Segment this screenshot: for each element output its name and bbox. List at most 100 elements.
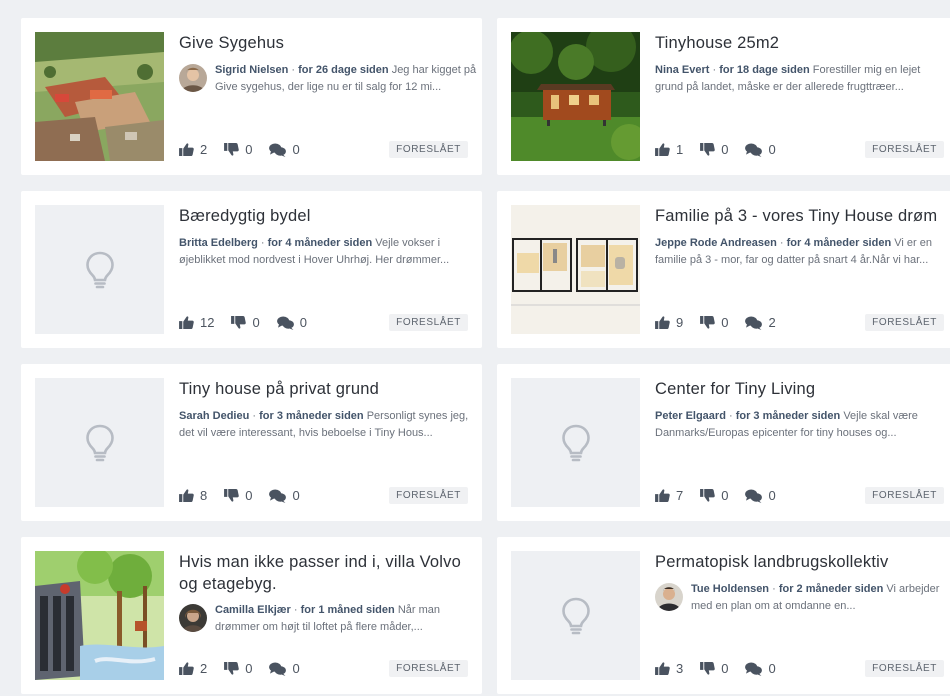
- idea-image: [35, 32, 164, 161]
- author-name[interactable]: Peter Elgaard: [655, 410, 726, 422]
- idea-stats: 2 0 0: [179, 142, 317, 157]
- idea-title[interactable]: Hvis man ikke passer ind i, villa Volvo …: [179, 551, 475, 595]
- author-name[interactable]: Britta Edelberg: [179, 237, 258, 249]
- comments-icon: [277, 316, 294, 330]
- like-button[interactable]: 8: [179, 488, 207, 503]
- dislike-button[interactable]: 0: [700, 488, 728, 503]
- idea-title[interactable]: Tiny house på privat grund: [179, 378, 475, 400]
- like-button[interactable]: 3: [655, 661, 683, 676]
- status-badge: FORESLÅET: [865, 141, 944, 158]
- comments-button[interactable]: 0: [745, 488, 776, 503]
- thumbs-down-icon: [700, 143, 715, 156]
- idea-stats: 8 0 0: [179, 488, 317, 503]
- post-time: for 26 dage siden: [298, 64, 389, 76]
- comments-button[interactable]: 0: [277, 315, 307, 330]
- idea-card[interactable]: Give Sygehus Sigrid Nielsen · for 26 dag…: [21, 18, 482, 175]
- idea-image: [511, 32, 640, 161]
- dislike-button[interactable]: 0: [224, 142, 252, 157]
- like-count: 12: [200, 315, 215, 330]
- thumbs-down-icon: [224, 489, 239, 502]
- author-name[interactable]: Tue Holdensen: [691, 583, 769, 595]
- like-button[interactable]: 7: [655, 488, 683, 503]
- thumbs-up-icon: [655, 143, 670, 156]
- avatar: [179, 604, 207, 632]
- idea-image-placeholder: [511, 551, 640, 680]
- dislike-button[interactable]: 0: [224, 661, 252, 676]
- thumbs-down-icon: [700, 662, 715, 675]
- like-button[interactable]: 1: [655, 142, 683, 157]
- idea-card[interactable]: Permatopisk landbrugskollektiv Tue Holde…: [497, 537, 950, 694]
- thumbs-up-icon: [655, 316, 670, 329]
- idea-meta: Sarah Dedieu · for 3 måneder siden Perso…: [179, 410, 469, 439]
- comment-count: 0: [292, 142, 300, 157]
- thumbs-down-icon: [700, 489, 715, 502]
- comments-button[interactable]: 0: [745, 661, 776, 676]
- comments-icon: [269, 489, 286, 503]
- idea-title[interactable]: Center for Tiny Living: [655, 378, 950, 400]
- idea-card[interactable]: Tinyhouse 25m2 Nina Evert · for 18 dage …: [497, 18, 950, 175]
- like-button[interactable]: 12: [179, 315, 214, 330]
- idea-stats: 1 0 0: [655, 142, 793, 157]
- status-badge: FORESLÅET: [389, 660, 468, 677]
- author-name[interactable]: Nina Evert: [655, 64, 709, 76]
- idea-meta: Nina Evert · for 18 dage siden Forestill…: [655, 64, 921, 93]
- author-name[interactable]: Sigrid Nielsen: [215, 64, 288, 76]
- lightbulb-icon: [561, 424, 591, 462]
- comments-icon: [269, 662, 286, 676]
- like-button[interactable]: 9: [655, 315, 683, 330]
- comments-icon: [745, 316, 762, 330]
- avatar: [179, 64, 207, 92]
- idea-card[interactable]: Hvis man ikke passer ind i, villa Volvo …: [21, 537, 482, 694]
- status-badge: FORESLÅET: [389, 314, 468, 331]
- idea-card[interactable]: Center for Tiny Living Peter Elgaard · f…: [497, 364, 950, 521]
- dislike-count: 0: [721, 315, 729, 330]
- dislike-button[interactable]: 0: [700, 142, 728, 157]
- comment-count: 0: [292, 488, 300, 503]
- comments-icon: [745, 489, 762, 503]
- comments-button[interactable]: 0: [269, 142, 300, 157]
- idea-image-placeholder: [511, 378, 640, 507]
- idea-title[interactable]: Permatopisk landbrugskollektiv: [655, 551, 950, 573]
- dislike-button[interactable]: 0: [700, 661, 728, 676]
- status-badge: FORESLÅET: [865, 487, 944, 504]
- idea-card[interactable]: Familie på 3 - vores Tiny House drøm Jep…: [497, 191, 950, 348]
- lightbulb-icon: [85, 251, 115, 289]
- comments-button[interactable]: 0: [745, 142, 776, 157]
- idea-card[interactable]: Bæredygtig bydel Britta Edelberg · for 4…: [21, 191, 482, 348]
- lightbulb-icon: [561, 597, 591, 635]
- idea-title[interactable]: Give Sygehus: [179, 32, 475, 54]
- comment-count: 0: [299, 315, 307, 330]
- dislike-button[interactable]: 0: [224, 488, 252, 503]
- dislike-button[interactable]: 0: [231, 315, 260, 330]
- status-badge: FORESLÅET: [389, 141, 468, 158]
- avatar: [655, 583, 683, 611]
- comment-count: 0: [768, 488, 776, 503]
- idea-card[interactable]: Tiny house på privat grund Sarah Dedieu …: [21, 364, 482, 521]
- comments-button[interactable]: 0: [269, 661, 300, 676]
- post-time: for 3 måneder siden: [735, 410, 841, 422]
- comments-button[interactable]: 0: [269, 488, 300, 503]
- idea-title[interactable]: Familie på 3 - vores Tiny House drøm: [655, 205, 950, 227]
- idea-meta: Tue Holdensen · for 2 måneder siden Vi a…: [691, 583, 940, 612]
- thumbs-up-icon: [655, 489, 670, 502]
- like-count: 2: [200, 661, 208, 676]
- author-name[interactable]: Camilla Elkjær: [215, 604, 291, 616]
- dislike-count: 0: [245, 661, 253, 676]
- idea-meta: Sigrid Nielsen · for 26 dage siden Jeg h…: [215, 64, 477, 93]
- comment-count: 0: [768, 661, 776, 676]
- dislike-button[interactable]: 0: [700, 315, 728, 330]
- like-button[interactable]: 2: [179, 661, 207, 676]
- thumbs-up-icon: [655, 662, 670, 675]
- dislike-count: 0: [252, 315, 260, 330]
- author-name[interactable]: Sarah Dedieu: [179, 410, 249, 422]
- idea-title[interactable]: Tinyhouse 25m2: [655, 32, 950, 54]
- comment-count: 0: [292, 661, 300, 676]
- comment-count: 0: [768, 142, 776, 157]
- thumbs-up-icon: [179, 143, 194, 156]
- author-name[interactable]: Jeppe Rode Andreasen: [655, 237, 777, 249]
- comments-button[interactable]: 2: [745, 315, 776, 330]
- idea-meta: Jeppe Rode Andreasen · for 4 måneder sid…: [655, 237, 932, 266]
- like-button[interactable]: 2: [179, 142, 207, 157]
- comment-count: 2: [768, 315, 776, 330]
- idea-title[interactable]: Bæredygtig bydel: [179, 205, 475, 227]
